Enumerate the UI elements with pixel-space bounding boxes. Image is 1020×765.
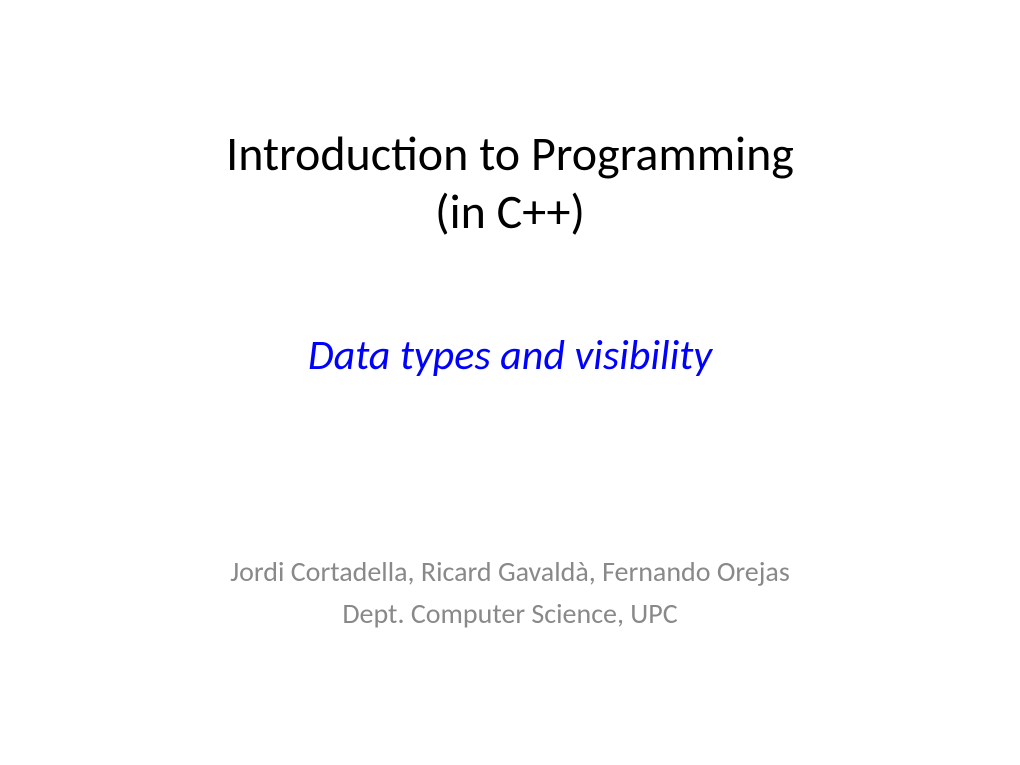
authors-line-1: Jordi Cortadella, Ricard Gavaldà, Fernan… bbox=[230, 551, 790, 593]
authors-line-2: Dept. Computer Science, UPC bbox=[230, 593, 790, 635]
title-line-2: (in C++) bbox=[226, 183, 794, 241]
slide-authors: Jordi Cortadella, Ricard Gavaldà, Fernan… bbox=[230, 551, 790, 635]
title-line-1: Introduction to Programming bbox=[226, 125, 794, 183]
slide-subtitle: Data types and visibility bbox=[308, 330, 712, 381]
slide-title: Introduction to Programming (in C++) bbox=[226, 125, 794, 240]
